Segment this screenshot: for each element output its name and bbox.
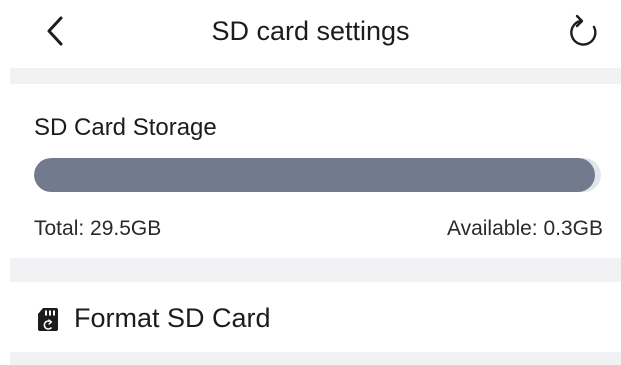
refresh-button[interactable] — [562, 10, 606, 52]
storage-section: SD Card Storage Total: 29.5GB Available:… — [0, 84, 621, 258]
storage-progress-fill — [34, 158, 596, 192]
section-divider — [10, 352, 621, 365]
total-storage-text: Total: 29.5GB — [34, 217, 162, 240]
format-sd-card-button[interactable]: Format SD Card — [0, 282, 621, 352]
sd-card-icon — [38, 308, 58, 331]
section-divider — [10, 258, 621, 282]
header-bar: SD card settings — [0, 0, 621, 68]
available-storage-text: Available: 0.3GB — [446, 217, 603, 240]
storage-progress-bar — [34, 158, 601, 192]
storage-label: SD Card Storage — [34, 114, 217, 141]
page-title: SD card settings — [211, 16, 410, 46]
section-divider — [10, 68, 621, 84]
refresh-icon — [570, 14, 597, 46]
format-sd-card-label: Format SD Card — [74, 303, 271, 333]
